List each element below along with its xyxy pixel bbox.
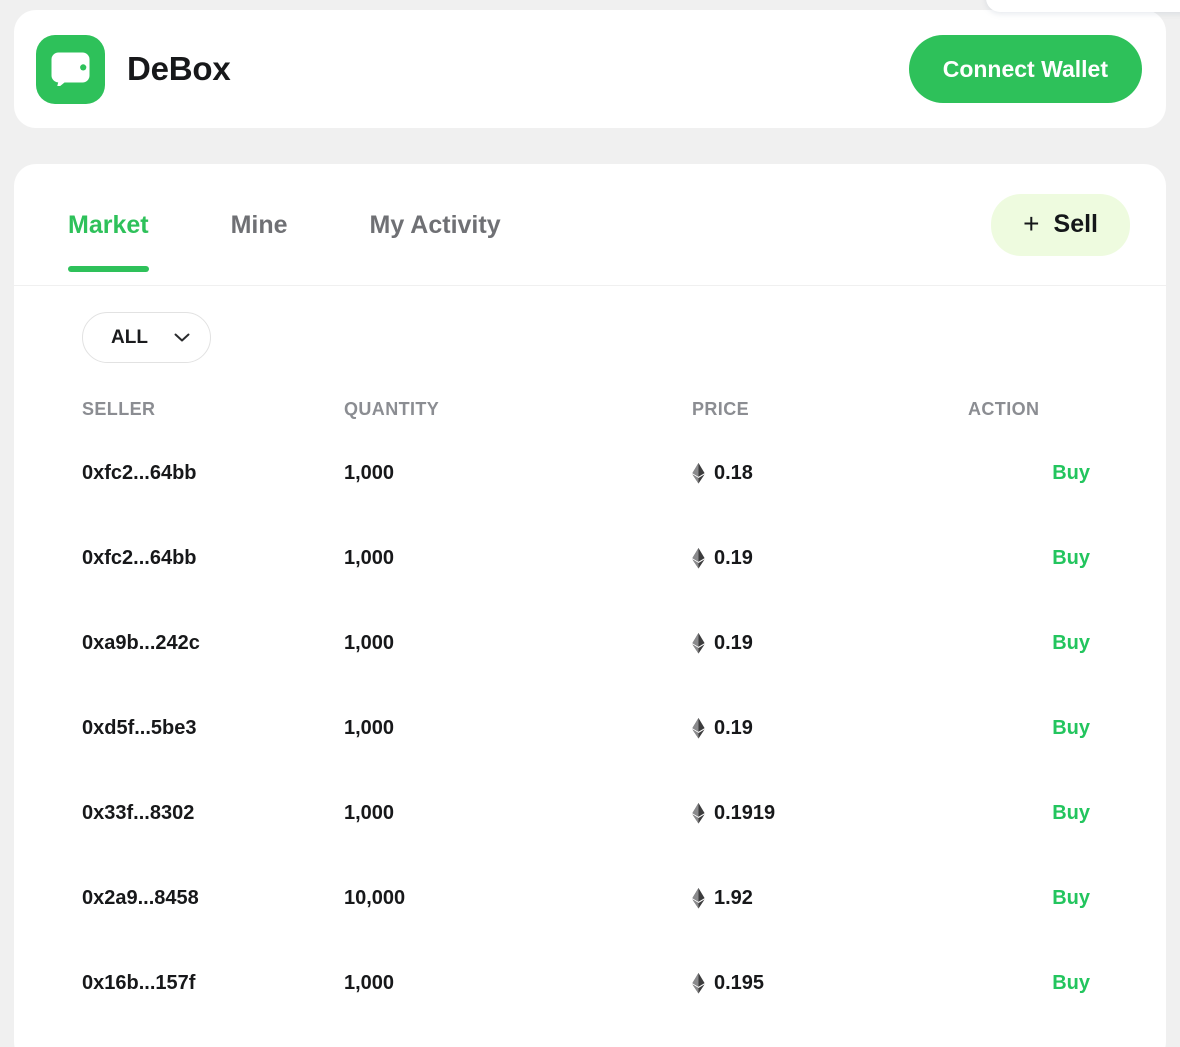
cell-seller: 0xfc2...64bb	[82, 547, 197, 569]
table-row: 0xfc2...64bb 1,000 0.19 Buy	[14, 516, 1166, 601]
table-row: 0xa9b...242c 1,000 0.19 Buy	[14, 601, 1166, 686]
cell-action: Buy	[968, 601, 1166, 686]
market-panel: Market Mine My Activity + Sell ALL SELLE…	[14, 164, 1166, 1047]
cell-seller: 0x16b...157f	[82, 972, 196, 994]
table-row: 0xfc2...64bb 1,000 0.18 Buy	[14, 431, 1166, 516]
cell-quantity: 10,000	[344, 887, 406, 909]
table-header-row: SELLER QUANTITY PRICE ACTION	[14, 387, 1166, 431]
price-amount: 0.1919	[714, 802, 776, 824]
buy-button[interactable]: Buy	[1052, 462, 1090, 484]
price-amount: 0.18	[714, 462, 753, 484]
ethereum-icon	[692, 803, 705, 824]
cell-action: Buy	[968, 686, 1166, 771]
tab-my-activity[interactable]: My Activity	[370, 164, 501, 286]
cell-seller: 0x2a9...8458	[82, 887, 199, 909]
cell-quantity: 1,000	[344, 717, 395, 739]
table-row: 0x2a9...8458 10,000 1.92 Buy	[14, 856, 1166, 941]
cell-action: Buy	[968, 771, 1166, 856]
connect-wallet-button[interactable]: Connect Wallet	[908, 35, 1142, 103]
asset-filter-dropdown[interactable]: ALL	[82, 312, 211, 363]
cell-price: 0.195	[692, 941, 968, 1026]
column-header-seller: SELLER	[82, 398, 156, 419]
buy-button[interactable]: Buy	[1052, 802, 1090, 824]
price-value-group: 0.19	[692, 547, 968, 570]
buy-button[interactable]: Buy	[1052, 717, 1090, 739]
cell-price: 0.19	[692, 516, 968, 601]
ethereum-icon	[692, 633, 705, 654]
sell-button-label: Sell	[1053, 210, 1098, 238]
debox-logo-icon	[36, 34, 105, 104]
cell-seller: 0xfc2...64bb	[82, 462, 197, 484]
price-value-group: 0.19	[692, 717, 968, 740]
cell-seller: 0xd5f...5be3	[82, 717, 197, 739]
plus-icon: +	[1023, 207, 1040, 239]
filter-row: ALL	[14, 286, 1166, 363]
buy-button[interactable]: Buy	[1052, 632, 1090, 654]
price-value-group: 0.1919	[692, 802, 968, 825]
table-row: 0x33f...8302 1,000 0.1919 Buy	[14, 771, 1166, 856]
cell-action: Buy	[968, 856, 1166, 941]
buy-button[interactable]: Buy	[1052, 887, 1090, 909]
buy-button[interactable]: Buy	[1052, 972, 1090, 994]
cell-action: Buy	[968, 941, 1166, 1026]
tab-market[interactable]: Market	[68, 164, 149, 286]
price-amount: 0.19	[714, 717, 753, 739]
ethereum-icon	[692, 463, 705, 484]
price-amount: 0.19	[714, 547, 753, 569]
ethereum-icon	[692, 888, 705, 909]
cell-price: 1.92	[692, 856, 968, 941]
price-amount: 0.195	[714, 972, 765, 994]
cell-quantity: 1,000	[344, 802, 395, 824]
table-row: 0xd5f...5be3 1,000 0.19 Buy	[14, 686, 1166, 771]
cell-quantity: 1,000	[344, 632, 395, 654]
price-value-group: 0.195	[692, 972, 968, 995]
cell-price: 0.19	[692, 601, 968, 686]
cell-seller: 0xa9b...242c	[82, 632, 200, 654]
cell-action: Buy	[968, 516, 1166, 601]
price-amount: 1.92	[714, 887, 753, 909]
tab-mine[interactable]: Mine	[231, 164, 288, 286]
cell-price: 0.1919	[692, 771, 968, 856]
column-header-price: PRICE	[692, 398, 750, 419]
cell-seller: 0x33f...8302	[82, 802, 195, 824]
cell-action: Buy	[968, 431, 1166, 516]
column-header-quantity: QUANTITY	[344, 398, 440, 419]
chevron-down-icon	[174, 333, 190, 341]
table-row: 0x16b...157f 1,000 0.195 Buy	[14, 941, 1166, 1026]
cell-quantity: 1,000	[344, 462, 395, 484]
price-value-group: 0.19	[692, 632, 968, 655]
buy-button[interactable]: Buy	[1052, 547, 1090, 569]
column-header-action: ACTION	[968, 398, 1040, 419]
brand-name: DeBox	[127, 50, 231, 87]
cell-quantity: 1,000	[344, 972, 395, 994]
sell-button[interactable]: + Sell	[991, 193, 1130, 256]
ethereum-icon	[692, 548, 705, 569]
cell-price: 0.18	[692, 431, 968, 516]
ethereum-icon	[692, 718, 705, 739]
top-overlay-panel	[986, 0, 1180, 12]
asset-filter-value: ALL	[111, 326, 148, 348]
cell-price: 0.19	[692, 686, 968, 771]
ethereum-icon	[692, 973, 705, 994]
cell-quantity: 1,000	[344, 547, 395, 569]
price-value-group: 0.18	[692, 462, 968, 485]
brand: DeBox	[36, 34, 231, 104]
app-header: DeBox Connect Wallet	[14, 10, 1166, 128]
tab-bar: Market Mine My Activity + Sell	[14, 164, 1166, 286]
market-table: SELLER QUANTITY PRICE ACTION 0xfc2...64b…	[14, 387, 1166, 1026]
price-value-group: 1.92	[692, 887, 968, 910]
price-amount: 0.19	[714, 632, 753, 654]
